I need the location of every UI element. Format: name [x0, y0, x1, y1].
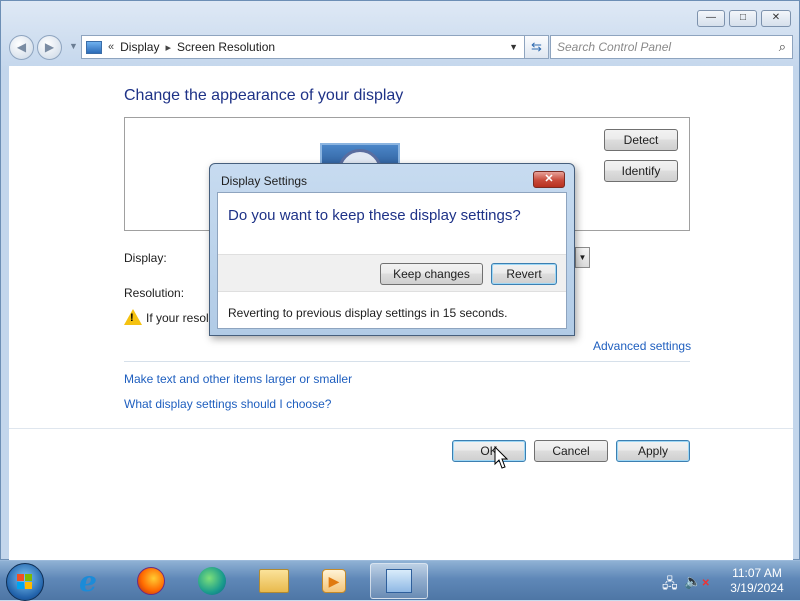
dialog-title: Display Settings: [221, 174, 308, 188]
display-dropdown-arrow[interactable]: ▼: [575, 247, 590, 268]
taskbar-control-panel[interactable]: [370, 563, 428, 599]
monitor-icon: [86, 40, 102, 54]
breadcrumb-overflow[interactable]: «: [108, 41, 114, 53]
forward-icon: ▶: [44, 40, 55, 54]
file-explorer-icon: [259, 569, 289, 593]
warning-text: If your resolu: [146, 311, 216, 325]
maximize-button[interactable]: □: [729, 10, 757, 27]
dialog-question: Do you want to keep these display settin…: [228, 207, 521, 224]
clock-date: 3/19/2024: [730, 581, 784, 595]
network-icon[interactable]: 🖧: [662, 573, 678, 597]
volume-muted-icon[interactable]: 🔈✕: [684, 573, 710, 590]
resolution-label: Resolution:: [124, 286, 185, 300]
ok-button[interactable]: OK: [452, 440, 526, 462]
mouse-cursor-icon: [494, 446, 508, 469]
back-button[interactable]: ◀: [9, 35, 34, 60]
page-title: Change the appearance of your display: [124, 87, 404, 104]
revert-button[interactable]: Revert: [491, 263, 557, 285]
search-input[interactable]: Search Control Panel ⌕: [550, 35, 793, 59]
edge-icon: [198, 567, 226, 595]
taskbar: e ▶ 🖧 🔈✕ 11:07 AM 3/19/2024: [0, 560, 800, 601]
clock-time: 11:07 AM: [732, 566, 782, 580]
caption-buttons: — □ ✕: [697, 10, 791, 27]
search-icon[interactable]: ⌕: [779, 39, 786, 55]
windows-logo-icon: [17, 574, 32, 589]
taskbar-edge[interactable]: [186, 563, 238, 599]
start-button[interactable]: [6, 563, 44, 601]
refresh-icon: ⇆: [531, 39, 542, 54]
display-settings-dialog: Display Settings ✕ Do you want to keep t…: [209, 163, 575, 336]
dialog-close-button[interactable]: ✕: [533, 171, 565, 188]
breadcrumb-screen-resolution[interactable]: Screen Resolution: [177, 40, 275, 54]
control-panel-icon: [386, 569, 412, 593]
detect-button[interactable]: Detect: [604, 129, 678, 151]
firefox-icon: [137, 567, 165, 595]
refresh-button[interactable]: ⇆: [525, 35, 549, 59]
text-size-link[interactable]: Make text and other items larger or smal…: [124, 372, 352, 386]
recent-pages-dropdown[interactable]: ▼: [69, 41, 78, 51]
taskbar-media-player[interactable]: ▶: [308, 563, 360, 599]
keep-changes-button[interactable]: Keep changes: [380, 263, 483, 285]
taskbar-internet-explorer[interactable]: e: [62, 563, 114, 599]
advanced-settings-link[interactable]: Advanced settings: [593, 339, 691, 353]
system-tray: 🖧 🔈✕ 11:07 AM 3/19/2024: [662, 564, 792, 598]
back-icon: ◀: [16, 40, 27, 54]
dialog-body: Do you want to keep these display settin…: [217, 192, 567, 329]
divider: [124, 361, 690, 362]
taskbar-firefox[interactable]: [125, 563, 177, 599]
breadcrumb-display[interactable]: Display: [120, 40, 159, 54]
navigation-bar: ◀ ▶ ▼ « Display ▸ Screen Resolution ▼ ⇆ …: [9, 34, 793, 60]
clock[interactable]: 11:07 AM 3/19/2024: [722, 566, 792, 596]
breadcrumb-separator-icon[interactable]: ▸: [165, 41, 171, 54]
address-bar[interactable]: « Display ▸ Screen Resolution ▼: [81, 35, 525, 59]
media-player-icon: ▶: [322, 569, 346, 593]
warning-icon: !: [124, 309, 142, 325]
display-label: Display:: [124, 251, 167, 265]
close-button[interactable]: ✕: [761, 10, 791, 27]
taskbar-file-explorer[interactable]: [248, 563, 300, 599]
forward-button[interactable]: ▶: [37, 35, 62, 60]
internet-explorer-icon: e: [79, 564, 97, 598]
display-help-link[interactable]: What display settings should I choose?: [124, 397, 331, 411]
address-dropdown-icon[interactable]: ▼: [509, 42, 518, 52]
dialog-button-band: Keep changes Revert: [218, 254, 566, 292]
cancel-button[interactable]: Cancel: [534, 440, 608, 462]
revert-countdown-text: Reverting to previous display settings i…: [228, 306, 508, 320]
identify-button[interactable]: Identify: [604, 160, 678, 182]
apply-button[interactable]: Apply: [616, 440, 690, 462]
search-placeholder: Search Control Panel: [557, 40, 672, 54]
close-icon: ✕: [544, 173, 554, 185]
minimize-button[interactable]: —: [697, 10, 725, 27]
footer-divider: [9, 428, 793, 429]
